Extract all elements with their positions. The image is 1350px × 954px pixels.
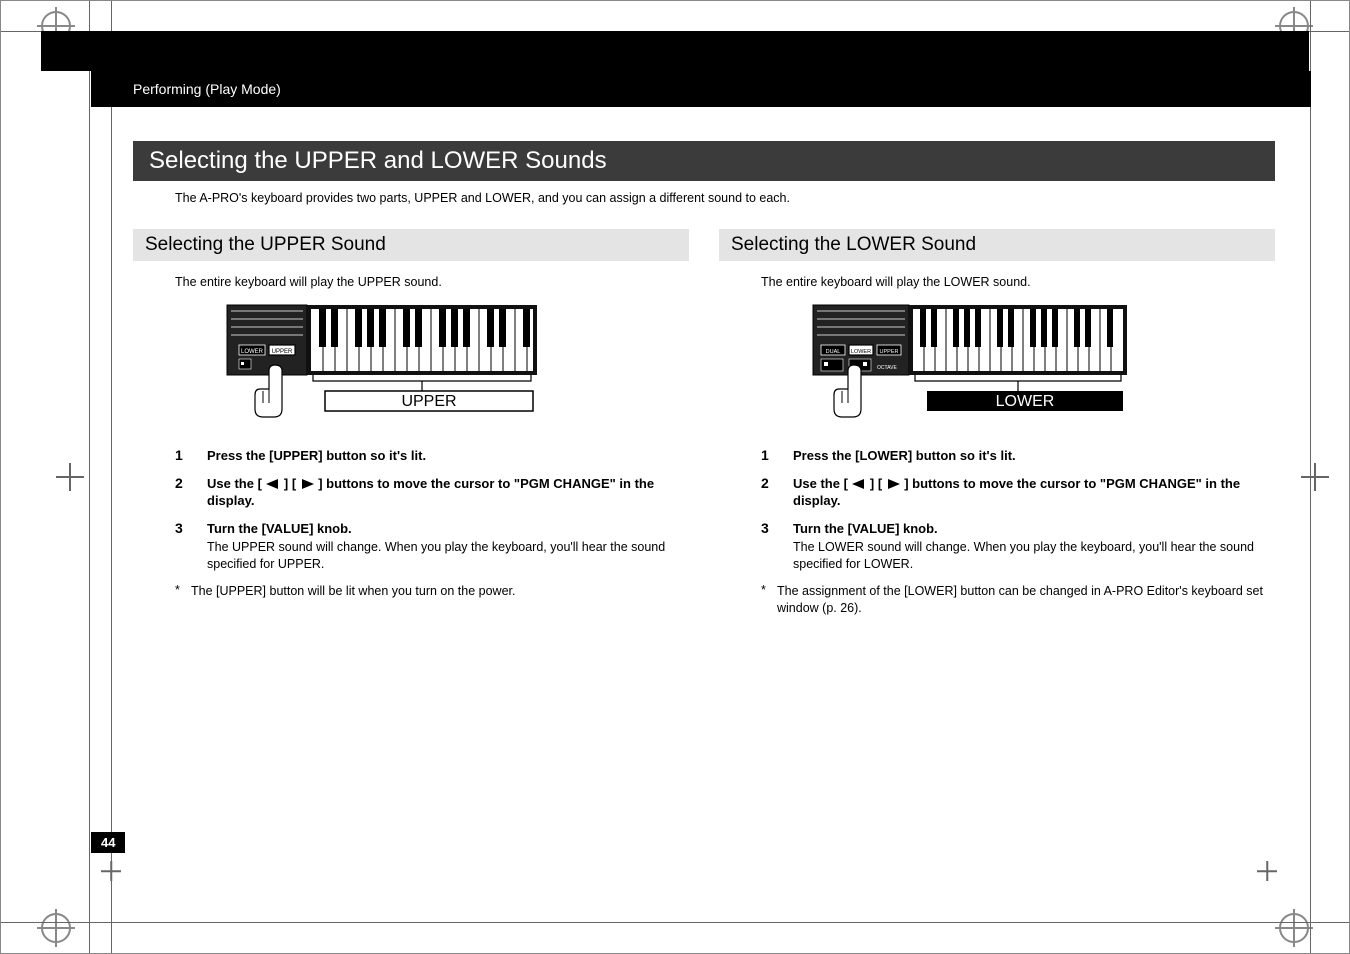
- cursor-right-icon: [882, 478, 904, 490]
- note-marker: *: [761, 583, 777, 617]
- upper-btn-label: UPPER: [880, 349, 899, 355]
- page: Performing (Play Mode) Selecting the UPP…: [0, 0, 1350, 954]
- crop-line: [1, 922, 1349, 923]
- note-text: The [UPPER] button will be lit when you …: [191, 583, 689, 600]
- cursor-left-icon: [848, 478, 870, 490]
- note-text: The assignment of the [LOWER] button can…: [777, 583, 1275, 617]
- lower-btn-label: LOWER: [851, 349, 871, 355]
- print-info-band: [41, 31, 1309, 71]
- lower-diagram: DUAL LOWER UPPER OCTAVE: [811, 299, 1275, 429]
- octave-label: OCTAVE: [877, 365, 897, 371]
- step-text: Press the [LOWER] button so it's lit.: [793, 447, 1275, 465]
- crop-line: [111, 1, 112, 953]
- step-number: 2: [175, 475, 207, 510]
- upper-range-label: UPPER: [401, 393, 456, 410]
- page-number: 44: [91, 832, 125, 853]
- step-1: 1 Press the [LOWER] button so it's lit.: [761, 447, 1275, 465]
- keyboard-diagram-icon: DUAL LOWER UPPER OCTAVE: [811, 299, 1151, 429]
- breadcrumb: Performing (Play Mode): [133, 81, 281, 97]
- registration-mark-icon: [41, 913, 71, 943]
- step-number: 1: [175, 447, 207, 465]
- note-marker: *: [175, 583, 191, 600]
- step-number: 1: [761, 447, 793, 465]
- registration-cross-icon: [56, 463, 84, 491]
- step-text: Turn the [VALUE] knob.: [207, 520, 689, 538]
- step-text: Use the [] [] buttons to move the cursor…: [207, 475, 689, 510]
- lower-steps: 1 Press the [LOWER] button so it's lit. …: [761, 447, 1275, 573]
- step-text: Turn the [VALUE] knob.: [793, 520, 1275, 538]
- content-area: Selecting the UPPER and LOWER Sounds The…: [133, 141, 1275, 883]
- columns: Selecting the UPPER Sound The entire key…: [133, 229, 1275, 617]
- upper-diagram: LOWER UPPER OCTAVE: [225, 299, 689, 429]
- page-title: Selecting the UPPER and LOWER Sounds: [133, 141, 1275, 181]
- upper-intro: The entire keyboard will play the UPPER …: [175, 275, 689, 289]
- upper-steps: 1 Press the [UPPER] button so it's lit. …: [175, 447, 689, 573]
- breadcrumb-band: Performing (Play Mode): [91, 71, 1311, 107]
- intro-text: The A-PRO's keyboard provides two parts,…: [175, 191, 1275, 205]
- crop-line: [1310, 1, 1311, 953]
- step-description: The LOWER sound will change. When you pl…: [793, 539, 1275, 573]
- step-number: 3: [761, 520, 793, 573]
- crop-cross-icon: [101, 861, 121, 881]
- upper-note: * The [UPPER] button will be lit when yo…: [175, 583, 689, 600]
- registration-cross-icon: [1301, 463, 1329, 491]
- lower-btn-label: LOWER: [241, 349, 264, 355]
- step-number: 3: [175, 520, 207, 573]
- upper-heading: Selecting the UPPER Sound: [133, 229, 689, 261]
- cursor-right-icon: [296, 478, 318, 490]
- step-2: 2 Use the [] [] buttons to move the curs…: [761, 475, 1275, 510]
- step-3: 3 Turn the [VALUE] knob. The UPPER sound…: [175, 520, 689, 573]
- step-2: 2 Use the [] [] buttons to move the curs…: [175, 475, 689, 510]
- lower-range-label: LOWER: [996, 393, 1055, 410]
- crop-line: [89, 1, 90, 953]
- step-text: Use the [] [] buttons to move the cursor…: [793, 475, 1275, 510]
- dual-btn-label: DUAL: [826, 349, 841, 355]
- lower-note: * The assignment of the [LOWER] button c…: [761, 583, 1275, 617]
- lower-column: Selecting the LOWER Sound The entire key…: [719, 229, 1275, 617]
- step-text: Press the [UPPER] button so it's lit.: [207, 447, 689, 465]
- cursor-left-icon: [262, 478, 284, 490]
- lower-heading: Selecting the LOWER Sound: [719, 229, 1275, 261]
- lower-intro: The entire keyboard will play the LOWER …: [761, 275, 1275, 289]
- step-1: 1 Press the [UPPER] button so it's lit.: [175, 447, 689, 465]
- registration-mark-icon: [1279, 913, 1309, 943]
- step-number: 2: [761, 475, 793, 510]
- keyboard-diagram-icon: LOWER UPPER OCTAVE: [225, 299, 565, 429]
- upper-column: Selecting the UPPER Sound The entire key…: [133, 229, 689, 617]
- upper-btn-label: UPPER: [272, 349, 293, 355]
- step-3: 3 Turn the [VALUE] knob. The LOWER sound…: [761, 520, 1275, 573]
- step-description: The UPPER sound will change. When you pl…: [207, 539, 689, 573]
